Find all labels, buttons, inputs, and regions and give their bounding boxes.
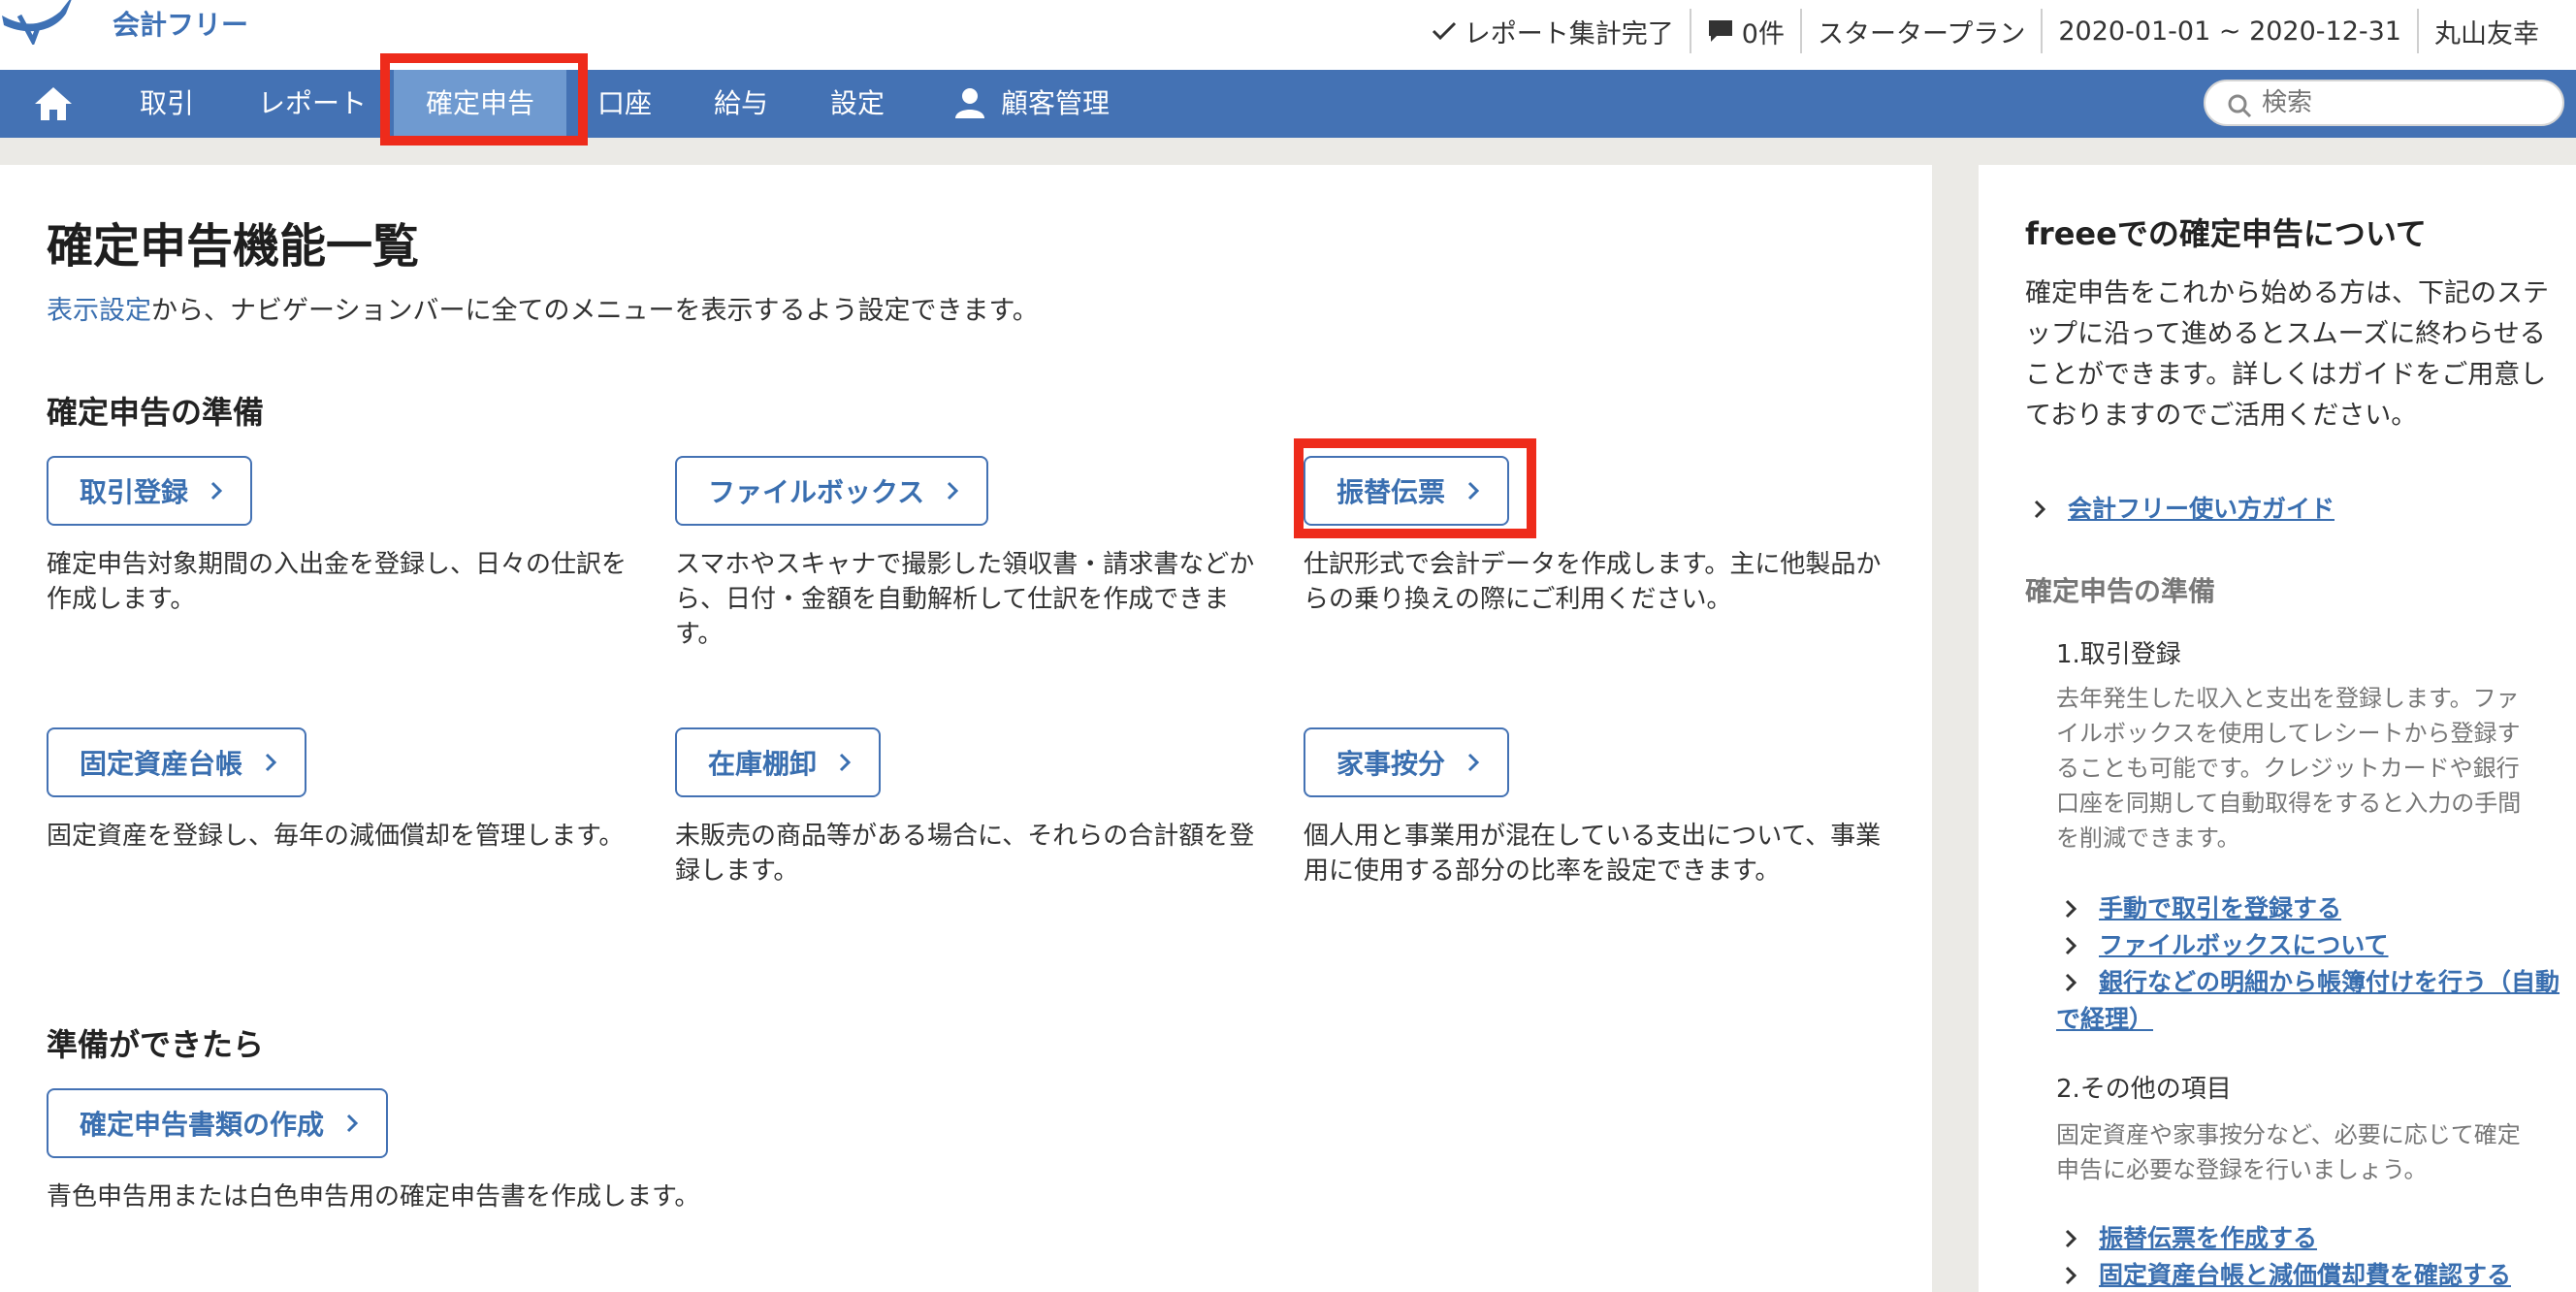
nav-item-accounts[interactable]: 口座 — [597, 70, 652, 138]
inventory-desc: 未販売の商品等がある場合に、それらの合計額を登録します。 — [675, 822, 1255, 886]
fixed-assets-button[interactable]: 固定資産台帳 — [47, 727, 307, 797]
notification-count: 0件 — [1741, 18, 1785, 49]
ready-heading: 準備ができたら — [47, 1026, 265, 1063]
page-title: 確定申告機能一覧 — [47, 219, 420, 274]
household-allocation-button[interactable]: 家事按分 — [1304, 727, 1510, 797]
household-allocation-button-label: 家事按分 — [1336, 748, 1446, 780]
inventory-button-label: 在庫棚卸 — [708, 748, 818, 780]
main-navigation: 取引 レポート 確定申告 口座 給与 設定 顧客管理 — [0, 70, 2576, 138]
chevron-right-icon — [946, 480, 959, 501]
comment-icon — [1708, 20, 1732, 42]
report-status-label: レポート集計完了 — [1464, 18, 1674, 49]
sidebar-title: freeeでの確定申告について — [2025, 215, 2427, 252]
furikae-denpyo-button-label: 振替伝票 — [1336, 476, 1446, 508]
step2-text: 固定資産や家事按分など、必要に応じて確定申告に必要な登録を行いましょう。 — [2056, 1121, 2521, 1183]
sidebar-intro: 確定申告をこれから始める方は、下記のステップに沿って進めるとスムーズに終わらせる… — [2025, 278, 2549, 431]
header-status-bar: レポート集計完了 0件 スタータープラン 2020-01-01 ~ 2020-1… — [1416, 6, 2555, 56]
create-tax-documents-desc: 青色申告用または白色申告用の確定申告書を作成します。 — [47, 1182, 700, 1211]
display-settings-link[interactable]: 表示設定 — [47, 296, 151, 326]
household-allocation-desc: 個人用と事業用が混在している支出について、事業用に使用する部分の比率を設定できま… — [1304, 822, 1882, 886]
fixed-assets-button-label: 固定資産台帳 — [80, 748, 243, 780]
nav-item-customers-label: 顧客管理 — [1001, 87, 1111, 119]
chevron-right-icon — [2064, 935, 2077, 956]
intro-body: から、ナビゲーションバーに全てのメニューを表示するよう設定できます。 — [151, 296, 1039, 326]
furikae-denpyo-desc: 仕訳形式で会計データを作成します。主に他製品からの乗り換えの際にご利用ください。 — [1304, 550, 1882, 614]
fiscal-period[interactable]: 2020-01-01 ~ 2020-12-31 — [2041, 9, 2417, 53]
chevron-right-icon — [1466, 752, 1480, 773]
chevron-right-icon — [264, 752, 277, 773]
filebox-desc: スマホやスキャナで撮影した領収書・請求書などから、日付・金額を自動解析して仕訳を… — [675, 550, 1255, 649]
step1-title: 1.取引登録 — [2056, 640, 2181, 669]
home-icon[interactable] — [33, 85, 74, 122]
manual-transaction-link[interactable]: 手動で取引を登録する — [2099, 890, 2341, 927]
auto-bookkeeping-link[interactable]: 銀行などの明細から帳簿付けを行う（自動で経理） — [2056, 964, 2570, 1038]
chevron-right-icon — [209, 480, 223, 501]
main-content: 確定申告機能一覧 表示設定から、ナビゲーションバーに全てのメニューを表示するよう… — [0, 165, 1932, 1292]
chevron-right-icon — [838, 752, 852, 773]
chevron-right-icon — [2033, 499, 2046, 520]
nav-item-customers[interactable]: 顧客管理 — [952, 70, 1110, 138]
furikae-denpyo-button[interactable]: 振替伝票 — [1304, 456, 1510, 526]
nav-item-payroll[interactable]: 給与 — [714, 70, 768, 138]
filebox-button[interactable]: ファイルボックス — [675, 456, 989, 526]
checkmark-icon — [1432, 21, 1456, 41]
search-icon — [2228, 94, 2252, 118]
intro-text: 表示設定から、ナビゲーションバーに全てのメニューを表示するよう設定できます。 — [47, 289, 1039, 327]
user-name[interactable]: 丸山友幸 — [2417, 9, 2555, 53]
sidebar-prep-heading: 確定申告の準備 — [2025, 575, 2216, 607]
chevron-right-icon — [2064, 1228, 2077, 1249]
torihiki-desc: 確定申告対象期間の入出金を登録し、日々の仕訳を作成します。 — [47, 550, 628, 614]
chevron-right-icon — [1466, 480, 1480, 501]
search-input[interactable] — [2262, 85, 2553, 120]
chevron-right-icon — [2064, 898, 2077, 920]
inventory-button[interactable]: 在庫棚卸 — [675, 727, 882, 797]
step1-text: 去年発生した収入と支出を登録します。ファイルボックスを使用してレシートから登録す… — [2056, 685, 2522, 852]
fixed-assets-desc: 固定資産を登録し、毎年の減価償却を管理します。 — [47, 822, 625, 851]
freee-bird-logo[interactable] — [0, 0, 107, 45]
chevron-right-icon — [345, 1113, 359, 1134]
torihiki-button-label: 取引登録 — [80, 476, 189, 508]
create-tax-documents-button[interactable]: 確定申告書類の作成 — [47, 1088, 389, 1158]
nav-item-tax-return[interactable]: 確定申告 — [394, 70, 566, 138]
top-header: 会計フリー レポート集計完了 0件 スタータープラン 2020-01-01 ~ … — [0, 0, 2576, 70]
brand-name[interactable]: 会計フリー — [113, 4, 248, 43]
nav-item-settings[interactable]: 設定 — [830, 70, 885, 138]
guide-link[interactable]: 会計フリー使い方ガイド — [2068, 491, 2334, 528]
filebox-button-label: ファイルボックス — [708, 476, 925, 508]
filebox-about-link[interactable]: ファイルボックスについて — [2099, 927, 2389, 964]
person-icon — [955, 88, 984, 118]
chevron-right-icon — [2064, 1265, 2077, 1286]
create-furikae-link[interactable]: 振替伝票を作成する — [2099, 1220, 2317, 1257]
plan-label[interactable]: スタータープラン — [1799, 9, 2041, 53]
step2-title: 2.その他の項目 — [2056, 1075, 2232, 1104]
nav-item-torihiki[interactable]: 取引 — [140, 70, 194, 138]
report-status[interactable]: レポート集計完了 — [1416, 9, 1690, 53]
notifications[interactable]: 0件 — [1689, 9, 1800, 53]
prep-heading: 確定申告の準備 — [47, 394, 265, 431]
nav-item-report[interactable]: レポート — [258, 70, 367, 138]
search-box[interactable] — [2204, 80, 2564, 126]
torihiki-button[interactable]: 取引登録 — [47, 456, 253, 526]
help-sidebar: freeeでの確定申告について 確定申告をこれから始める方は、下記のステップに沿… — [1979, 165, 2576, 1292]
create-tax-documents-button-label: 確定申告書類の作成 — [80, 1109, 325, 1141]
fixed-assets-check-link[interactable]: 固定資産台帳と減価償却費を確認する — [2099, 1257, 2511, 1292]
